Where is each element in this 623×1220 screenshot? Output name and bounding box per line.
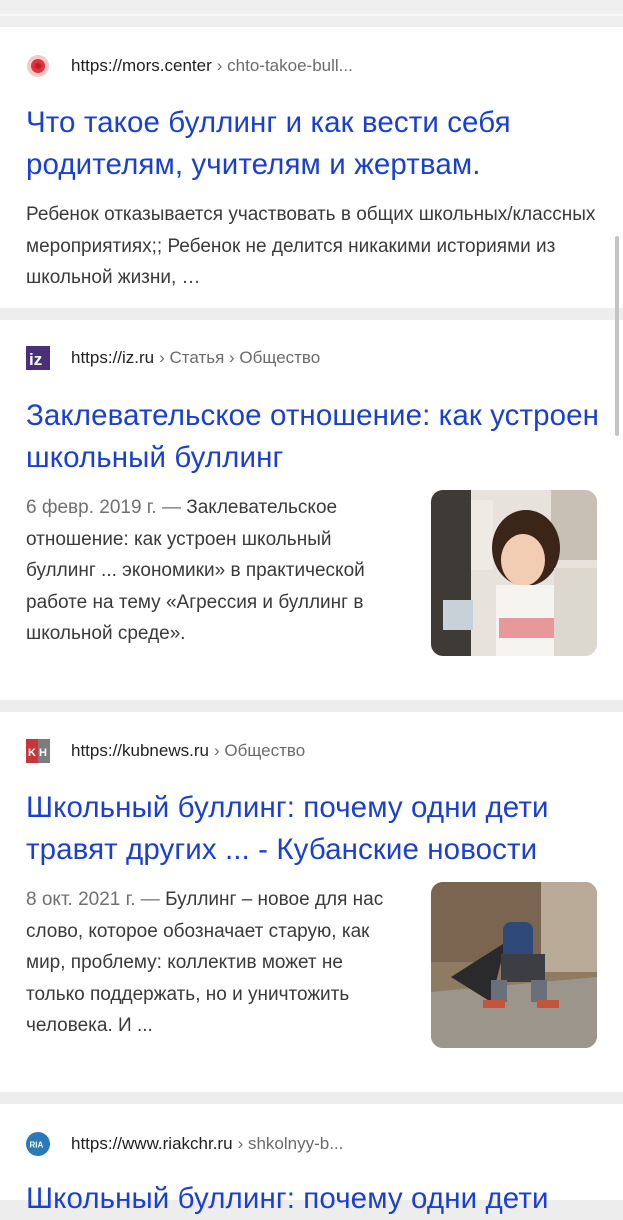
svg-text:RIA: RIA <box>30 1141 44 1150</box>
result-breadcrumb: › Общество <box>213 741 306 760</box>
result-snippet: Ребенок отказывается участвовать в общих… <box>26 204 596 288</box>
search-result-card: RIA https://www.riakchr.ru › shkolnyy-b.… <box>0 1104 623 1215</box>
result-snippet: 8 окт. 2021 г. — Буллинг – новое для нас… <box>26 884 406 1042</box>
svg-text:H: H <box>39 747 47 759</box>
result-breadcrumb: › chto-takoe-bull... <box>216 56 353 75</box>
mors-favicon-icon <box>26 54 50 78</box>
result-title-link[interactable]: Школьный буллинг: почему одни дети травя… <box>26 787 606 871</box>
result-breadcrumb: › shkolnyy-b... <box>237 1134 344 1153</box>
result-snippet: 6 февр. 2019 г. — Заклевательское отноше… <box>26 492 406 650</box>
result-source[interactable]: KH https://kubnews.ru › Общество <box>26 739 305 763</box>
result-url: https://iz.ru <box>71 348 155 367</box>
scrollbar[interactable] <box>615 236 619 436</box>
result-source[interactable]: https://mors.center › chto-takoe-bull... <box>26 54 353 78</box>
result-url: https://www.riakchr.ru <box>71 1134 233 1153</box>
ria-favicon-icon: RIA <box>26 1132 50 1156</box>
result-snippet-text: Буллинг – новое для нас слово, которое о… <box>26 889 384 1036</box>
result-title-link[interactable]: Школьный буллинг: почему одни дети <box>26 1178 606 1220</box>
svg-text:iz: iz <box>29 350 42 369</box>
result-date: 8 окт. 2021 г. — <box>26 889 160 910</box>
search-result-card: iz https://iz.ru › Статья › Общество Зак… <box>0 320 623 700</box>
result-thumbnail[interactable] <box>431 882 597 1048</box>
result-source[interactable]: iz https://iz.ru › Статья › Общество <box>26 346 320 370</box>
top-divider <box>0 14 623 16</box>
search-result-card: https://mors.center › chto-takoe-bull...… <box>0 27 623 308</box>
result-snippet-text: Заклевательское отношение: как устроен ш… <box>26 497 365 644</box>
iz-favicon-icon: iz <box>26 346 50 370</box>
result-thumbnail[interactable] <box>431 490 597 656</box>
result-source[interactable]: RIA https://www.riakchr.ru › shkolnyy-b.… <box>26 1132 343 1156</box>
result-title-link[interactable]: Заклевательское отношение: как устроен ш… <box>26 395 606 479</box>
result-breadcrumb: › Статья › Общество <box>159 348 321 367</box>
result-title-link[interactable]: Что такое буллинг и как вести себя родит… <box>26 102 606 186</box>
result-url: https://mors.center <box>71 56 212 75</box>
kubnews-favicon-icon: KH <box>26 739 50 763</box>
search-result-card: KH https://kubnews.ru › Общество Школьны… <box>0 712 623 1092</box>
result-date: 6 февр. 2019 г. — <box>26 497 181 518</box>
result-url: https://kubnews.ru <box>71 741 209 760</box>
top-strip <box>0 0 623 26</box>
svg-text:K: K <box>28 747 36 759</box>
